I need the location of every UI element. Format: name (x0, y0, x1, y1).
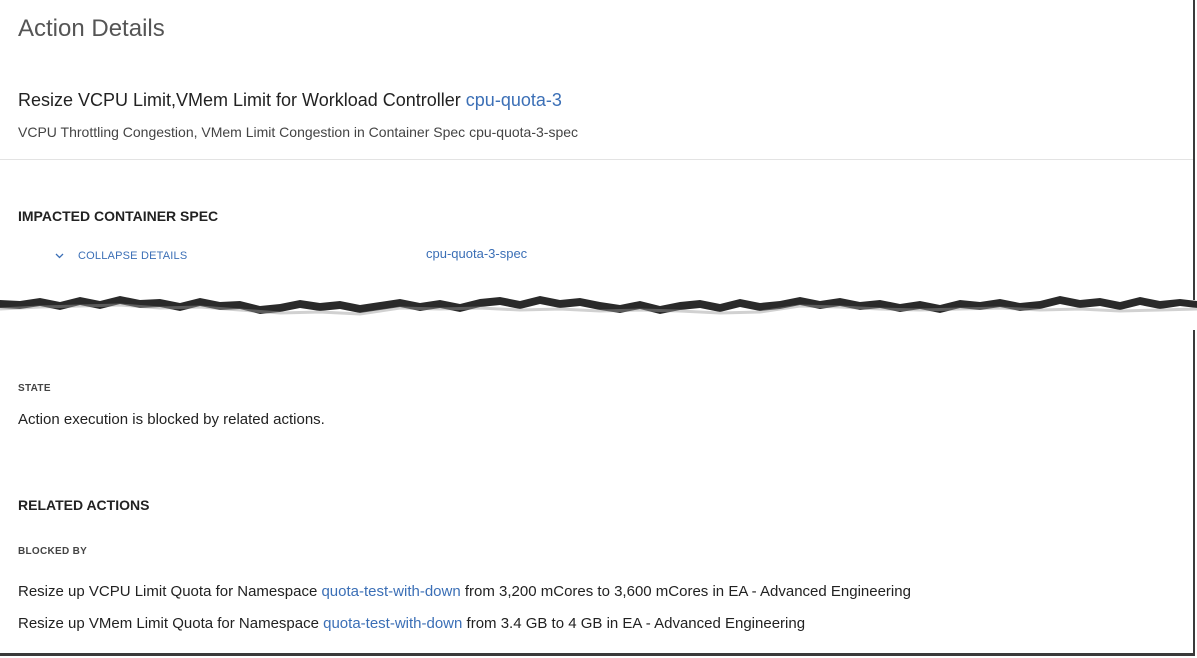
related-actions-heading: RELATED ACTIONS (18, 497, 150, 513)
workload-controller-link[interactable]: cpu-quota-3 (466, 90, 562, 110)
state-label: STATE (18, 383, 51, 394)
action-heading: Resize VCPU Limit,VMem Limit for Workloa… (18, 90, 562, 111)
collapse-details-toggle[interactable]: COLLAPSE DETAILS (55, 250, 187, 262)
action-heading-text: Resize VCPU Limit,VMem Limit for Workloa… (18, 90, 466, 110)
state-text: Action execution is blocked by related a… (18, 411, 325, 428)
collapse-details-label: COLLAPSE DETAILS (78, 250, 188, 262)
action-details-panel-bottom (0, 330, 1195, 656)
namespace-link[interactable]: quota-test-with-down (321, 583, 460, 600)
namespace-link[interactable]: quota-test-with-down (323, 615, 462, 632)
container-spec-link[interactable]: cpu-quota-3-spec (426, 246, 527, 261)
related-action-item: Resize up VCPU Limit Quota for Namespace… (18, 583, 911, 600)
related-action-item: Resize up VMem Limit Quota for Namespace… (18, 615, 805, 632)
related-action-prefix: Resize up VCPU Limit Quota for Namespace (18, 583, 322, 600)
action-subtitle: VCPU Throttling Congestion, VMem Limit C… (18, 124, 579, 140)
blocked-by-label: BLOCKED BY (18, 546, 88, 557)
impacted-container-spec-heading: IMPACTED CONTAINER SPEC (18, 208, 219, 224)
related-action-suffix: from 3.4 GB to 4 GB in EA - Advanced Eng… (462, 615, 806, 632)
chevron-down-icon (55, 251, 64, 262)
divider (0, 159, 1193, 160)
torn-edge-divider (0, 296, 1197, 316)
related-action-prefix: Resize up VMem Limit Quota for Namespace (18, 615, 324, 632)
related-action-suffix: from 3,200 mCores to 3,600 mCores in EA … (460, 583, 911, 600)
page-title: Action Details (18, 15, 165, 42)
